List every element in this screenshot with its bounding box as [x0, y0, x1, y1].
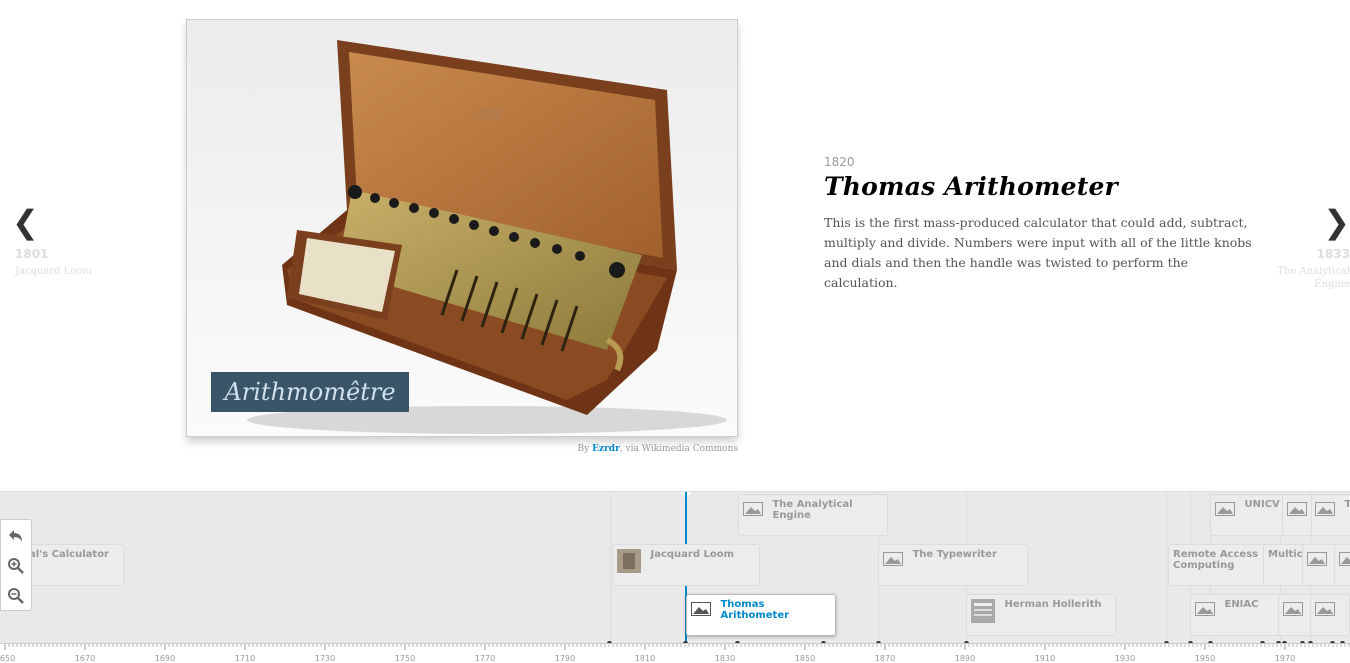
year-label: 1650	[0, 654, 16, 663]
timeline-flag-eniac[interactable]: ENIAC	[1190, 594, 1290, 636]
chevron-right-icon: ❯	[1323, 203, 1350, 241]
document-thumbnail-icon	[971, 599, 995, 623]
era-divider	[1166, 492, 1167, 643]
previous-slide-button[interactable]: ❮ 1801 Jacquard Loom	[12, 205, 122, 278]
image-icon	[1339, 552, 1350, 566]
year-label: 1850	[794, 654, 816, 663]
slide-text: 1820 Thomas Arithometer This is the firs…	[824, 155, 1254, 293]
image-icon	[1283, 602, 1303, 616]
timeline-flag-icon-only[interactable]	[1278, 594, 1312, 636]
year-label: 1750	[394, 654, 416, 663]
image-icon	[1315, 602, 1335, 616]
photo-thumbnail-icon	[617, 549, 641, 573]
next-slide-button[interactable]: ❯ 1833 The Analytical Engine	[1250, 205, 1350, 291]
flag-label: Multic	[1268, 549, 1303, 560]
slide-body: This is the first mass-produced calculat…	[824, 215, 1252, 290]
timeline-flag-icon-only[interactable]	[1334, 544, 1350, 586]
image-icon	[1215, 502, 1235, 516]
image-icon	[1195, 602, 1215, 616]
year-label: 1870	[874, 654, 896, 663]
year-label: 1770	[474, 654, 496, 663]
back-to-start-button[interactable]	[1, 520, 31, 550]
year-label: 1670	[74, 654, 96, 663]
image-icon	[691, 602, 711, 616]
year-label: 1910	[1034, 654, 1056, 663]
year-label: 1970	[1274, 654, 1296, 663]
timeline-flag-analytical-engine[interactable]: The Analytical Engine	[738, 494, 888, 536]
timeline-flag-icon-only[interactable]	[1282, 494, 1312, 536]
slide-date: 1820	[824, 155, 855, 169]
previous-slide-title: Jacquard Loom	[15, 266, 92, 277]
year-label: 1830	[714, 654, 736, 663]
image-icon	[1315, 502, 1335, 516]
zoom-in-button[interactable]	[1, 550, 31, 580]
zoom-in-icon	[8, 557, 24, 574]
timeline-flag-icon-only[interactable]	[1302, 544, 1336, 586]
timeline-flag-thomas-arithometer[interactable]: Thomas Arithometer	[686, 594, 836, 636]
timeline-flag-typewriter[interactable]: The Typewriter	[878, 544, 1028, 586]
next-slide-date: 1833	[1316, 247, 1350, 261]
timeline-navigation[interactable]: al's Calculator Jacquard Loom The Analyt…	[0, 491, 1350, 663]
year-label: 1730	[314, 654, 336, 663]
image-icon	[743, 502, 763, 516]
previous-slide-date: 1801	[15, 247, 49, 261]
year-label: 1950	[1194, 654, 1216, 663]
undo-arrow-icon	[9, 529, 22, 542]
zoom-out-icon	[8, 587, 24, 604]
axis-ticks	[4, 644, 1350, 650]
image-icon	[1287, 502, 1307, 516]
year-label: 1930	[1114, 654, 1136, 663]
year-label: 1890	[954, 654, 976, 663]
flag-label: ENIAC	[1224, 599, 1259, 610]
image-credit: By Ezrdr, via Wikimedia Commons	[578, 444, 738, 454]
timeline-toolbar	[0, 519, 32, 611]
plaque-text: Arithmomêtre	[222, 378, 395, 406]
image-icon	[1307, 552, 1327, 566]
timeline-flag-herman-hollerith[interactable]: Herman Hollerith	[966, 594, 1116, 636]
arithmometer-photo: Arithmomêtre	[187, 20, 737, 436]
flag-label: T	[1344, 499, 1350, 510]
next-slide-title: The Analytical Engine	[1277, 266, 1350, 290]
timeline-flag-jacquard-loom[interactable]: Jacquard Loom	[612, 544, 760, 586]
credit-suffix: , via Wikimedia Commons	[619, 444, 738, 454]
timeline-flag-truncated[interactable]: T	[1310, 494, 1350, 536]
year-label: 1710	[234, 654, 256, 663]
credit-author-link[interactable]: Ezrdr	[592, 444, 620, 454]
slide-viewer: ❮ 1801 Jacquard Loom Arithmomêtre By Ezr…	[0, 0, 1350, 491]
flag-label: Thomas Arithometer	[720, 599, 790, 621]
era-divider	[610, 492, 611, 643]
flag-label: UNICV	[1244, 499, 1280, 510]
flag-label: Remote Access Computing	[1173, 549, 1259, 571]
flag-label: Jacquard Loom	[650, 549, 735, 560]
chevron-left-icon: ❮	[12, 203, 39, 241]
time-axis[interactable]: 1650 1670 1690 1710 1730 1750 1770 1790 …	[0, 643, 1350, 663]
year-label: 1810	[634, 654, 656, 663]
image-icon	[883, 552, 903, 566]
slide-title: Thomas Arithometer	[824, 172, 1118, 201]
flag-label: The Typewriter	[912, 549, 997, 560]
credit-prefix: By	[577, 444, 590, 454]
slide-image: Arithmomêtre	[186, 19, 738, 437]
year-label: 1690	[154, 654, 176, 663]
flag-label: The Analytical Engine	[772, 499, 853, 521]
year-label: 1790	[554, 654, 576, 663]
timeline-flag-icon-only[interactable]	[1310, 594, 1350, 636]
flag-label: Herman Hollerith	[1004, 599, 1102, 610]
zoom-out-button[interactable]	[1, 580, 31, 610]
